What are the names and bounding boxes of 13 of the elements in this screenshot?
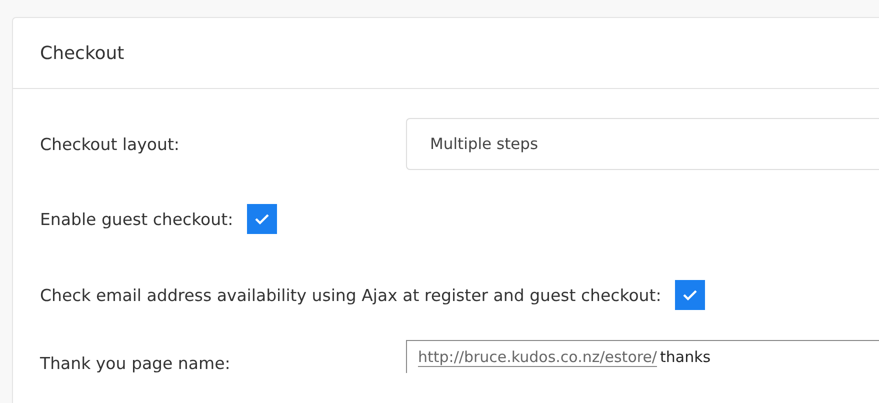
checkbox[interactable] xyxy=(675,280,706,310)
check-icon xyxy=(682,289,698,301)
layout-dropdown[interactable]: Multiple steps xyxy=(406,118,879,170)
checkbox[interactable] xyxy=(247,204,278,234)
card-title: Checkout xyxy=(40,42,124,64)
check-icon xyxy=(254,213,270,225)
url-prefix: http://bruce.kudos.co.nz/estore/ xyxy=(418,348,657,366)
field-label: Thank you page name: xyxy=(40,354,232,373)
field-label: Enable guest checkout: xyxy=(40,210,234,228)
url-field[interactable]: http://bruce.kudos.co.nz/estore/ thanks xyxy=(406,340,879,373)
page-name-value: thanks xyxy=(659,348,711,366)
field-label: Check email address availability using Ajax at register and guest checkout: xyxy=(40,286,662,304)
field-label: Checkout layout: xyxy=(40,134,180,154)
